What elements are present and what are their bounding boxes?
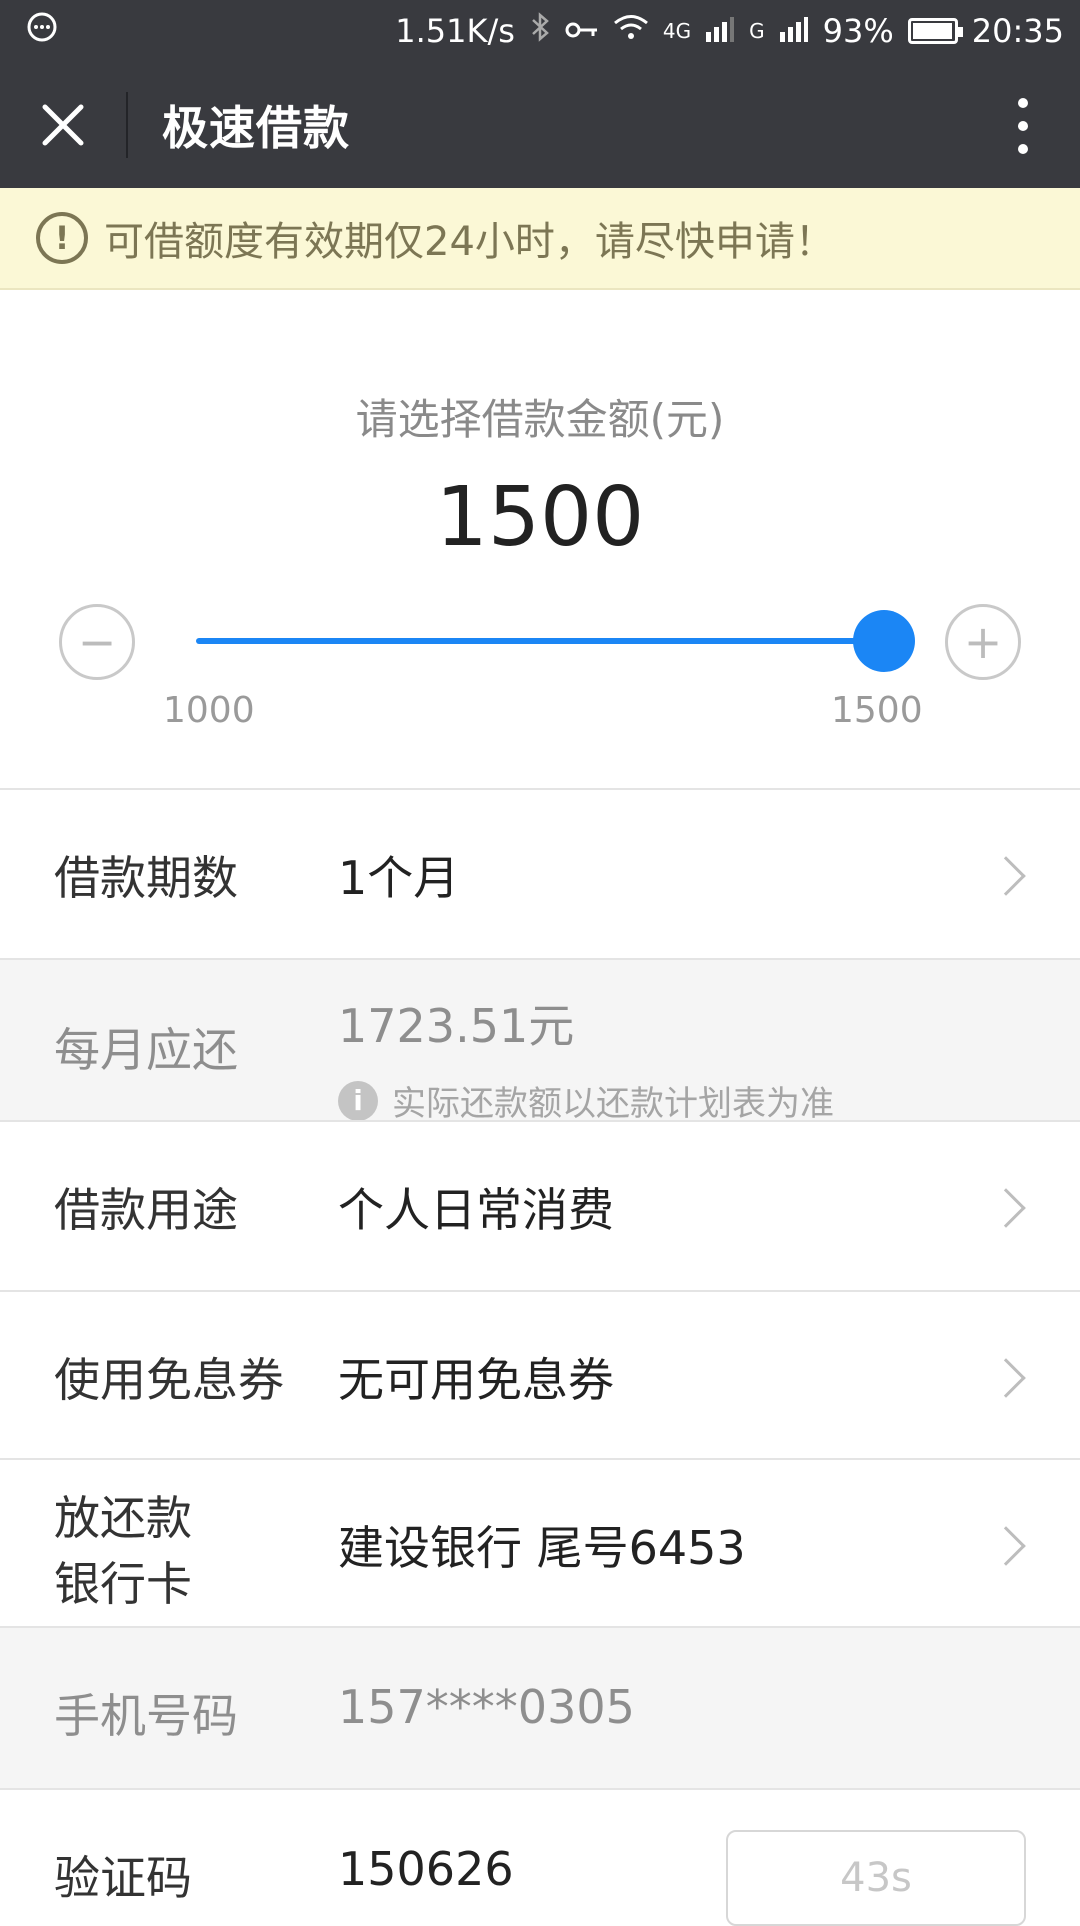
- loan-term-row[interactable]: 借款期数 1个月: [0, 788, 1080, 958]
- verification-code-row: 验证码 150626 43s: [0, 1788, 1080, 1926]
- amount-value: 1500: [435, 470, 645, 565]
- monthly-repayment-value: 1723.51元: [338, 999, 575, 1053]
- title-divider: [126, 92, 128, 158]
- chevron-right-icon: [986, 1188, 1026, 1228]
- chevron-right-icon: [986, 856, 1026, 896]
- title-bar: 极速借款: [0, 62, 1080, 188]
- verification-code-input[interactable]: 150626: [338, 1842, 514, 1896]
- bank-card-label-line2: 银行卡: [54, 1557, 192, 1611]
- monthly-repayment-label: 每月应还: [54, 1023, 238, 1077]
- warning-icon: !: [36, 212, 88, 264]
- wifi-icon: [613, 12, 649, 50]
- more-menu-button[interactable]: [1008, 98, 1038, 154]
- phone-label: 手机号码: [54, 1689, 238, 1743]
- plus-icon: +: [963, 615, 1003, 669]
- monthly-repayment-row: 每月应还 1723.51元 i 实际还款额以还款计划表为准: [0, 958, 1080, 1124]
- phone-row: 手机号码 157****0305: [0, 1626, 1080, 1788]
- repayment-note-text: 实际还款额以还款计划表为准: [392, 1084, 834, 1124]
- increase-amount-button[interactable]: +: [945, 604, 1021, 680]
- amount-label: 请选择借款金额(元): [355, 395, 725, 444]
- signal-icon: [705, 12, 735, 50]
- notice-text: 可借额度有效期仅24小时，请尽快申请！: [104, 219, 835, 265]
- battery-percent: 93%: [822, 12, 894, 50]
- chevron-right-icon: [986, 1526, 1026, 1566]
- loan-purpose-value: 个人日常消费: [338, 1183, 614, 1237]
- bank-card-label-line1: 放还款: [54, 1491, 192, 1545]
- loan-purpose-row[interactable]: 借款用途 个人日常消费: [0, 1120, 1080, 1290]
- amount-slider-handle[interactable]: [853, 610, 915, 672]
- bank-card-row[interactable]: 放还款 银行卡 建设银行 尾号6453: [0, 1458, 1080, 1626]
- signal-icon-2: [779, 12, 809, 50]
- coupon-row[interactable]: 使用免息券 无可用免息券: [0, 1290, 1080, 1458]
- loan-purpose-label: 借款用途: [54, 1183, 238, 1237]
- loan-term-value: 1个月: [338, 851, 460, 905]
- info-icon: i: [338, 1080, 378, 1121]
- close-icon: [42, 104, 84, 146]
- phone-value: 157****0305: [338, 1680, 635, 1734]
- loan-term-label: 借款期数: [54, 851, 238, 905]
- bank-card-value: 建设银行 尾号6453: [338, 1521, 746, 1575]
- coupon-label: 使用免息券: [54, 1353, 284, 1407]
- more-dots-icon: [1018, 98, 1028, 108]
- amount-selector: 请选择借款金额(元) 1500 − + 1000 1500: [0, 290, 1080, 790]
- resend-code-button[interactable]: 43s: [726, 1830, 1026, 1926]
- network-g-label: G: [749, 19, 765, 43]
- battery-icon: [907, 18, 963, 44]
- repayment-note: i 实际还款额以还款计划表为准: [338, 1076, 834, 1125]
- key-icon: [565, 12, 599, 50]
- slider-min-label: 1000: [163, 690, 255, 731]
- slider-max-label: 1500: [831, 690, 923, 731]
- verification-code-label: 验证码: [54, 1851, 192, 1905]
- network-4g-label: 4G: [662, 19, 692, 43]
- bluetooth-icon: [529, 11, 551, 51]
- page-title: 极速借款: [162, 101, 350, 155]
- status-bar: 1.51K/s 4G G 93% 20:35: [0, 0, 1080, 62]
- message-icon: [26, 11, 58, 51]
- close-button[interactable]: [0, 62, 126, 188]
- validity-notice: ! 可借额度有效期仅24小时，请尽快申请！: [0, 188, 1080, 290]
- chevron-right-icon: [986, 1358, 1026, 1398]
- amount-slider-track[interactable]: [196, 638, 884, 644]
- network-speed: 1.51K/s: [395, 12, 515, 50]
- coupon-value: 无可用免息券: [338, 1353, 614, 1407]
- minus-icon: −: [77, 615, 117, 669]
- clock: 20:35: [971, 12, 1064, 50]
- decrease-amount-button[interactable]: −: [59, 604, 135, 680]
